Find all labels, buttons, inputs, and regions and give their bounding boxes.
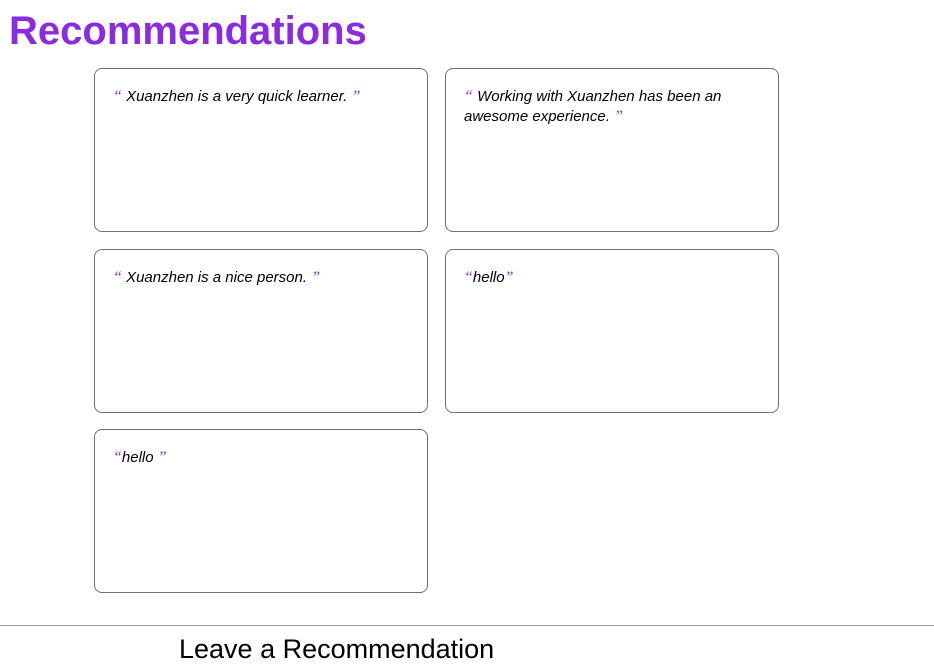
close-quote-icon: ” <box>504 269 514 286</box>
recommendation-card: “hello” <box>445 249 779 413</box>
recommendation-text: hello <box>472 269 505 286</box>
recommendation-card: “ Xuanzhen is a nice person. ” <box>94 249 428 413</box>
recommendation-text: hello <box>121 449 158 466</box>
open-quote-icon: “ <box>113 449 122 466</box>
page-title: Recommendations <box>9 9 367 53</box>
close-quote-icon: ” <box>351 88 361 105</box>
leave-recommendation-heading: Leave a Recommendation <box>179 634 495 664</box>
recommendation-text: Working with Xuanzhen has been an awesom… <box>464 88 722 125</box>
recommendation-text: Xuanzhen is a nice person. <box>121 269 312 286</box>
open-quote-icon: “ <box>464 88 473 105</box>
section-divider <box>0 625 934 626</box>
open-quote-icon: “ <box>113 88 122 105</box>
close-quote-icon: ” <box>614 108 623 125</box>
recommendation-card: “ Xuanzhen is a very quick learner. ” <box>94 68 428 232</box>
open-quote-icon: “ <box>464 269 473 286</box>
close-quote-icon: ” <box>311 269 321 286</box>
recommendation-card: “ Working with Xuanzhen has been an awes… <box>445 68 779 232</box>
recommendation-card: “hello ” <box>94 429 428 593</box>
open-quote-icon: “ <box>113 269 122 286</box>
recommendation-text: Xuanzhen is a very quick learner. <box>121 88 352 105</box>
close-quote-icon: ” <box>157 449 167 466</box>
